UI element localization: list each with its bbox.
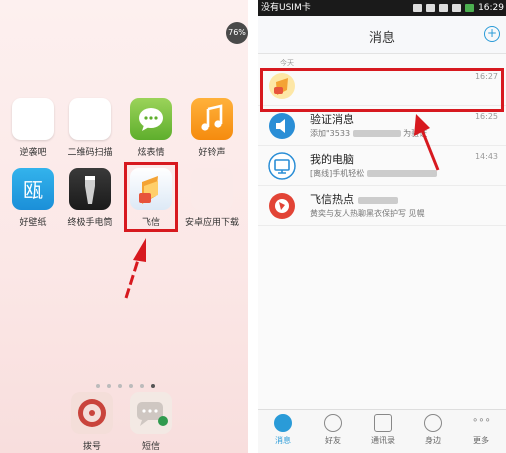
- store-icon: [191, 168, 233, 210]
- sync-icon: [413, 3, 423, 12]
- message-highlight-box: [260, 68, 504, 112]
- app-wallpaper[interactable]: 瓯 好壁纸: [6, 168, 60, 228]
- tab-label: 身边: [425, 436, 441, 445]
- computer-icon: [268, 152, 296, 180]
- more-icon: ∘∘∘: [472, 415, 491, 426]
- pointer-arrow-icon: [414, 114, 440, 171]
- app-flashlight[interactable]: 终极手电筒: [63, 168, 117, 228]
- dock-dialer[interactable]: 拨号: [65, 392, 119, 452]
- app-label: 逆袭吧: [19, 148, 47, 158]
- app-label: 好铃声: [198, 148, 226, 158]
- message-sender: 飞信热点: [310, 191, 398, 207]
- svg-text:瓯: 瓯: [23, 178, 43, 202]
- message-preview: 黄奕与友人热聊黑衣保护写 见幌: [310, 209, 425, 218]
- app-label: 炫表情: [137, 148, 165, 158]
- app-icon: [12, 98, 54, 140]
- page-dot: [96, 384, 100, 388]
- app-ringtones[interactable]: 好铃声: [185, 98, 239, 158]
- message-row-verification[interactable]: 验证消息 添加"3533 为验证 16:25: [258, 106, 506, 146]
- page-dot: [118, 384, 122, 388]
- speaker-icon: [269, 113, 295, 139]
- status-bar: 没有USIM卡 16:29: [258, 0, 506, 16]
- hotspot-icon: [269, 193, 295, 219]
- page-indicator: [96, 373, 162, 392]
- launcher-screen: 76% 逆袭吧 二维码扫描 炫表情 好铃声 瓯 好壁纸 终极手电筒 飞信 安卓应…: [0, 0, 248, 453]
- qrcode-icon: [69, 98, 111, 140]
- page-dot: [107, 384, 111, 388]
- chat-bubble-icon: [130, 98, 172, 140]
- app-emoticons[interactable]: 炫表情: [124, 98, 178, 158]
- date-group-label: 今天: [280, 59, 294, 67]
- message-sender: 我的电脑: [310, 153, 354, 166]
- app-label: 短信: [141, 442, 160, 452]
- bottom-tab-bar: 消息 好友 通讯录 身边 ∘∘∘ 更多: [258, 409, 506, 453]
- tab-friends[interactable]: 好友: [308, 414, 358, 446]
- app-label: 安卓应用下载: [185, 218, 240, 228]
- app-nixiba[interactable]: 逆袭吧: [6, 98, 60, 158]
- battery-icon: [465, 3, 475, 12]
- fetion-highlight-box: [124, 162, 178, 232]
- tab-contacts[interactable]: 通讯录: [358, 414, 408, 446]
- fetion-screen: 没有USIM卡 16:29 消息 + 今天 16:27 验证消息 添加"3533…: [258, 0, 506, 453]
- tab-more[interactable]: ∘∘∘ 更多: [456, 414, 506, 446]
- message-row-hotspot[interactable]: 飞信热点 黄奕与友人热聊黑衣保护写 见幌: [258, 186, 506, 226]
- app-android-store[interactable]: 安卓应用下载: [185, 168, 239, 228]
- tab-label: 消息: [275, 436, 291, 445]
- pointer-arrow-icon: [124, 238, 146, 299]
- message-row-my-computer[interactable]: 我的电脑 [离线]手机轻松 14:43: [258, 146, 506, 186]
- page-dot: [140, 384, 144, 388]
- signal-icon: [452, 3, 462, 12]
- carrier-text: 没有USIM卡: [261, 3, 311, 13]
- app-label: 好壁纸: [19, 218, 47, 228]
- app-qrcode-scanner[interactable]: 二维码扫描: [63, 98, 117, 158]
- sms-icon: [130, 392, 172, 434]
- location-icon: [424, 414, 442, 432]
- contacts-icon: [374, 414, 392, 432]
- message-time: 14:43: [474, 152, 498, 161]
- add-button[interactable]: +: [484, 26, 500, 42]
- flashlight-icon: [69, 168, 111, 210]
- message-icon: [274, 414, 292, 432]
- tab-messages[interactable]: 消息: [258, 414, 308, 446]
- app-label: 终极手电筒: [67, 218, 113, 228]
- title-bar: 消息 +: [258, 16, 506, 54]
- dock-sms[interactable]: 短信: [124, 392, 178, 452]
- app-label: 拨号: [82, 442, 101, 452]
- alarm-icon: [426, 3, 436, 12]
- page-dot: [129, 384, 133, 388]
- dialer-icon: [71, 392, 113, 434]
- wallpaper-icon: 瓯: [12, 168, 54, 210]
- app-label: 二维码扫描: [67, 148, 113, 158]
- friends-icon: [324, 414, 342, 432]
- message-sender: 验证消息: [310, 113, 354, 126]
- page-title: 消息: [368, 31, 395, 46]
- music-note-icon: [191, 98, 233, 140]
- page-dot-active: [151, 384, 155, 388]
- message-time: 16:25: [474, 112, 498, 121]
- battery-badge: 76%: [226, 22, 248, 44]
- status-icons: 16:29: [413, 0, 504, 16]
- tab-label: 通讯录: [371, 436, 395, 445]
- status-time: 16:29: [478, 3, 504, 13]
- tab-label: 更多: [473, 436, 489, 445]
- tab-label: 好友: [325, 436, 341, 445]
- wifi-icon: [439, 3, 449, 12]
- tab-nearby[interactable]: 身边: [408, 414, 458, 446]
